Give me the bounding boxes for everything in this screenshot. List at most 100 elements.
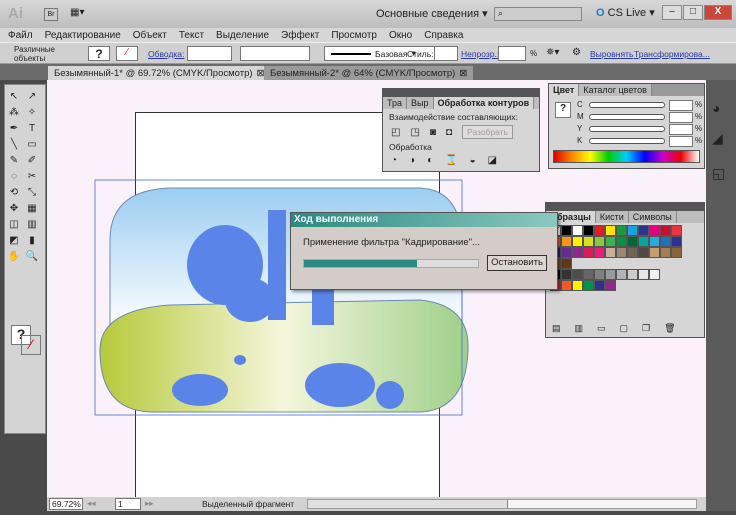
color-swatch[interactable] <box>561 247 572 258</box>
color-swatch[interactable] <box>627 247 638 258</box>
swatches-panel: Образцы Кисти Символы ▤ ▥ ▭ ▢ ❐ 🗑 <box>545 202 705 338</box>
color-swatch[interactable] <box>616 236 627 247</box>
exclude-icon[interactable]: ◘ <box>446 127 452 138</box>
channel-input[interactable] <box>669 136 693 147</box>
panel-dock: ◕ ◢ ◱ <box>706 80 736 511</box>
color-swatch[interactable] <box>594 247 605 258</box>
artboard-select[interactable]: 1 <box>115 498 141 510</box>
color-swatch[interactable] <box>572 247 583 258</box>
gradient-panel-icon[interactable]: ◢ <box>712 130 723 147</box>
channel-slider[interactable] <box>589 114 665 120</box>
color-swatch[interactable] <box>671 225 682 236</box>
horizontal-scrollbar[interactable] <box>307 499 697 509</box>
color-swatch[interactable] <box>605 225 616 236</box>
status-info[interactable]: Выделенный фрагмент <box>202 499 294 509</box>
color-swatch[interactable] <box>583 225 594 236</box>
group-swatch[interactable] <box>583 280 594 291</box>
tab-symbols[interactable]: Символы <box>628 211 677 223</box>
zoom-select[interactable]: 69.72% <box>49 498 83 510</box>
minus-front-icon[interactable]: ◳ <box>410 127 419 138</box>
color-swatch[interactable] <box>671 236 682 247</box>
gray-swatch[interactable] <box>605 269 616 280</box>
gray-swatch[interactable] <box>572 269 583 280</box>
gray-swatch[interactable] <box>627 269 638 280</box>
tab-align[interactable]: Выр <box>407 97 434 109</box>
gray-swatch[interactable] <box>638 269 649 280</box>
intersect-icon[interactable]: ◙ <box>430 127 436 138</box>
swatch-kind-icon[interactable]: ▥ <box>575 323 584 334</box>
unite-icon[interactable]: ◰ <box>391 127 400 138</box>
percent-unit: % <box>695 136 703 145</box>
channel-label: K <box>577 136 583 145</box>
first-page-button[interactable]: ◂◂ <box>87 498 96 509</box>
color-spectrum[interactable] <box>553 150 700 163</box>
expand-button[interactable]: Разобрать <box>462 125 514 139</box>
color-swatch[interactable] <box>649 247 660 258</box>
color-panel: Цвет Каталог цветов C % M % Y % K %? <box>548 83 705 169</box>
trim-icon[interactable]: ◑ <box>409 155 415 166</box>
color-swatch[interactable] <box>627 236 638 247</box>
color-swatch[interactable] <box>572 225 583 236</box>
merge-icon[interactable]: ◐ <box>427 155 433 166</box>
group-swatch[interactable] <box>572 280 583 291</box>
fill-swatch[interactable]: ? <box>555 102 571 118</box>
channel-input[interactable] <box>669 112 693 123</box>
tab-color-guide[interactable]: Каталог цветов <box>579 84 652 96</box>
color-swatch[interactable] <box>594 236 605 247</box>
color-swatch[interactable] <box>561 258 572 269</box>
color-swatch[interactable] <box>583 247 594 258</box>
registration-swatch[interactable] <box>561 225 572 236</box>
channel-slider[interactable] <box>589 138 665 144</box>
color-swatch[interactable] <box>605 236 616 247</box>
color-swatch[interactable] <box>638 225 649 236</box>
swatch-library-icon[interactable]: ▤ <box>552 323 561 334</box>
color-swatch[interactable] <box>594 225 605 236</box>
color-swatch[interactable] <box>572 236 583 247</box>
color-panel-icon[interactable]: ◕ <box>712 100 720 116</box>
color-swatch[interactable] <box>638 236 649 247</box>
tab-brushes[interactable]: Кисти <box>595 211 629 223</box>
next-page-button[interactable]: ▸▸ <box>145 498 154 509</box>
outline-icon[interactable]: ◒ <box>470 155 476 166</box>
color-swatch[interactable] <box>660 236 671 247</box>
color-swatch[interactable] <box>627 225 638 236</box>
color-swatch[interactable] <box>660 225 671 236</box>
group-swatch[interactable] <box>594 280 605 291</box>
tab-transform[interactable]: Тра <box>383 97 408 109</box>
scrollbar-thumb[interactable] <box>308 500 508 508</box>
tab-pathfinder[interactable]: Обработка контуров <box>433 97 535 109</box>
transparency-panel-icon[interactable]: ◱ <box>712 165 725 182</box>
new-color-group-icon[interactable]: ▢ <box>620 323 629 334</box>
color-swatch[interactable] <box>583 236 594 247</box>
channel-input[interactable] <box>669 100 693 111</box>
divide-icon[interactable]: ◔ <box>391 155 397 166</box>
color-swatch[interactable] <box>616 247 627 258</box>
channel-input[interactable] <box>669 124 693 135</box>
trash-icon[interactable]: 🗑 <box>664 323 675 334</box>
minus-back-icon[interactable]: ◪ <box>488 155 497 166</box>
new-swatch-icon[interactable]: ❐ <box>642 323 650 334</box>
color-swatch[interactable] <box>605 247 616 258</box>
gray-swatch[interactable] <box>561 269 572 280</box>
swatch-options-icon[interactable]: ▭ <box>597 323 606 334</box>
color-swatch[interactable] <box>649 225 660 236</box>
channel-slider[interactable] <box>589 102 665 108</box>
color-swatch[interactable] <box>561 236 572 247</box>
gray-swatch[interactable] <box>583 269 594 280</box>
channel-label: M <box>577 112 584 121</box>
color-swatch[interactable] <box>671 247 682 258</box>
stop-button[interactable]: Остановить <box>487 255 547 271</box>
group-swatch[interactable] <box>561 280 572 291</box>
group-swatch[interactable] <box>605 280 616 291</box>
progress-bar <box>303 259 479 268</box>
channel-label: C <box>577 100 583 109</box>
color-swatch[interactable] <box>616 225 627 236</box>
tab-color[interactable]: Цвет <box>549 84 580 96</box>
channel-slider[interactable] <box>589 126 665 132</box>
color-swatch[interactable] <box>638 247 649 258</box>
gray-swatch[interactable] <box>616 269 627 280</box>
color-swatch[interactable] <box>660 247 671 258</box>
color-swatch[interactable] <box>649 236 660 247</box>
gray-swatch[interactable] <box>594 269 605 280</box>
gray-swatch[interactable] <box>649 269 660 280</box>
